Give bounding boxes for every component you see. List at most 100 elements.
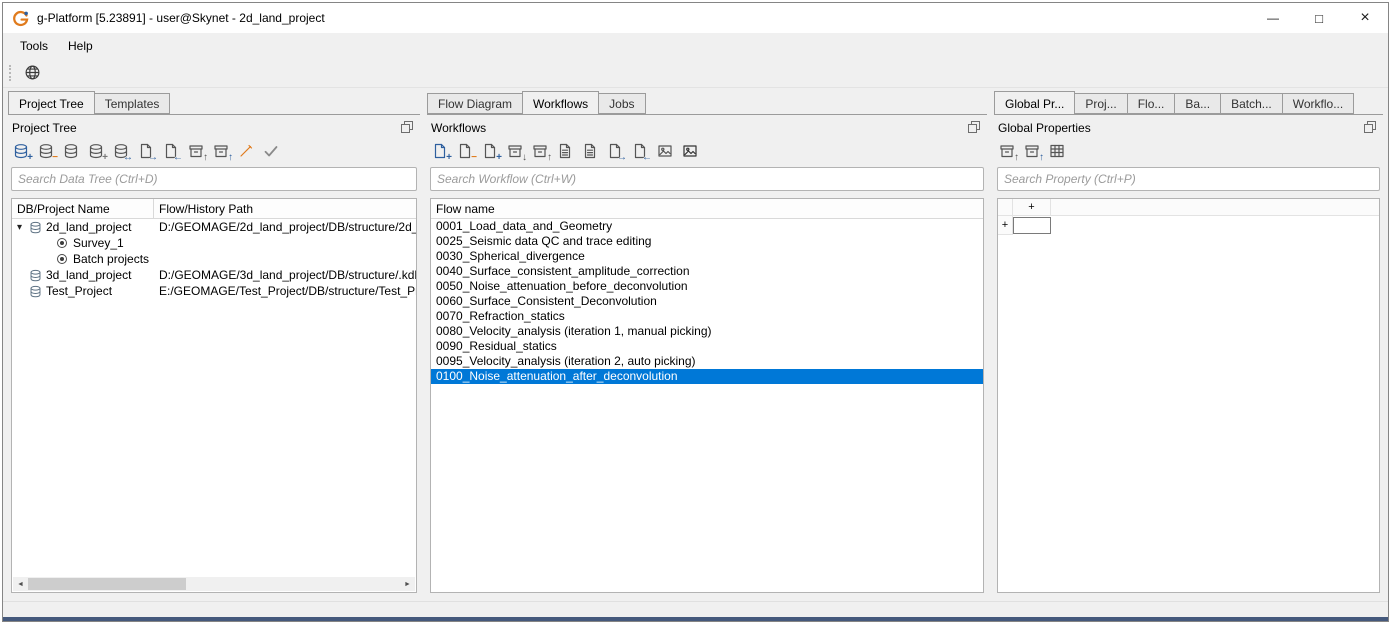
app-logo-icon <box>12 10 29 27</box>
center-tabstrip: Flow DiagramWorkflowsJobs <box>427 90 987 114</box>
workflows-body: 0001_Load_data_and_Geometry0025_Seismic … <box>431 219 983 592</box>
export-property-icon[interactable]: ↑ <box>1023 142 1041 160</box>
minimize-button[interactable]: — <box>1250 3 1296 33</box>
right-tab-proj[interactable]: Proj... <box>1074 93 1127 114</box>
workflow-row[interactable]: 0100_Noise_attenuation_after_deconvoluti… <box>431 369 983 384</box>
workflow-row[interactable]: 0090_Residual_statics <box>431 339 983 354</box>
remove-workflow-icon[interactable]: − <box>456 142 474 160</box>
scrollbar-track[interactable] <box>186 577 400 591</box>
right-tab-batch[interactable]: Batch... <box>1220 93 1283 114</box>
globe-icon-button[interactable] <box>19 60 46 85</box>
right-tab-ba[interactable]: Ba... <box>1174 93 1221 114</box>
project-settings-icon[interactable] <box>237 142 255 160</box>
tree-row-3d-land-project[interactable]: 3d_land_projectD:/GEOMAGE/3d_land_projec… <box>12 267 416 283</box>
move-workflow-icon[interactable]: → <box>606 142 624 160</box>
workflow-row[interactable]: 0095_Velocity_analysis (iteration 2, aut… <box>431 354 983 369</box>
center-tab-flow-diagram[interactable]: Flow Diagram <box>427 93 523 114</box>
project-tree-table-header: DB/Project Name Flow/History Path <box>12 199 416 219</box>
horizontal-scrollbar[interactable]: ◄ ► <box>13 577 415 591</box>
export-workflow-icon[interactable]: ↑ <box>531 142 549 160</box>
toolbar-grip[interactable] <box>9 65 14 81</box>
database-icon <box>28 268 42 282</box>
project-tree-title: Project Tree <box>12 121 77 135</box>
workflow-row[interactable]: 0040_Surface_consistent_amplitude_correc… <box>431 264 983 279</box>
float-panel-icon[interactable] <box>401 121 415 135</box>
copy-workflow-icon[interactable]: + <box>481 142 499 160</box>
validate-icon[interactable] <box>262 142 280 160</box>
add-database-icon[interactable]: + <box>12 142 30 160</box>
right-tab-workflo[interactable]: Workflo... <box>1282 93 1354 114</box>
tree-row-2d-land-project[interactable]: ▾2d_land_projectD:/GEOMAGE/2d_land_proje… <box>12 219 416 235</box>
workflow-row[interactable]: 0060_Surface_Consistent_Deconvolution <box>431 294 983 309</box>
search-property-input[interactable] <box>997 167 1380 191</box>
search-workflow-input[interactable] <box>430 167 984 191</box>
reorder-workflow-icon[interactable]: ← <box>631 142 649 160</box>
project-name-label: Batch projects <box>73 252 149 266</box>
tree-row-test-project[interactable]: Test_ProjectE:/GEOMAGE/Test_Project/DB/s… <box>12 283 416 299</box>
left-tab-project-tree[interactable]: Project Tree <box>8 91 95 114</box>
right-tab-global-pr[interactable]: Global Pr... <box>994 91 1075 114</box>
workspace: Project TreeTemplates Project Tree +−+↔→… <box>3 88 1388 601</box>
workflow-row[interactable]: 0070_Refraction_statics <box>431 309 983 324</box>
export-image-icon[interactable] <box>656 142 674 160</box>
right-tab-flo[interactable]: Flo... <box>1127 93 1176 114</box>
workflow-row[interactable]: 0080_Velocity_analysis (iteration 1, man… <box>431 324 983 339</box>
workflow-report-icon[interactable] <box>581 142 599 160</box>
global-properties-title: Global Properties <box>998 121 1091 135</box>
export-project-icon[interactable]: ← <box>162 142 180 160</box>
bottom-accent-bar <box>3 617 1388 621</box>
property-cell-editor[interactable] <box>1013 217 1051 234</box>
property-table-icon[interactable] <box>1048 142 1066 160</box>
workflow-row[interactable]: 0050_Noise_attenuation_before_deconvolut… <box>431 279 983 294</box>
float-panel-icon[interactable] <box>968 121 982 135</box>
workflow-row[interactable]: 0025_Seismic data QC and trace editing <box>431 234 983 249</box>
column-db-project-name[interactable]: DB/Project Name <box>12 199 154 218</box>
duplicate-database-icon[interactable]: + <box>87 142 105 160</box>
snapshot-icon[interactable] <box>681 142 699 160</box>
tree-row-survey-1[interactable]: Survey_1 <box>12 235 416 251</box>
tree-row-batch-projects[interactable]: Batch projects <box>12 251 416 267</box>
workflows-pane: Workflows +−+ ↓ ↑ → ← Flow name 0001_Load_da… <box>427 114 987 601</box>
close-button[interactable]: × <box>1342 3 1388 33</box>
scroll-right-icon[interactable]: ► <box>400 577 415 591</box>
add-workflow-icon[interactable]: + <box>431 142 449 160</box>
menu-tools[interactable]: Tools <box>10 36 58 56</box>
remove-database-icon[interactable]: − <box>37 142 55 160</box>
column-flow-history-path[interactable]: Flow/History Path <box>154 199 416 218</box>
archive-project-icon[interactable]: ↑ <box>187 142 205 160</box>
maximize-button[interactable]: □ <box>1296 3 1342 33</box>
workflow-row[interactable]: 0001_Load_data_and_Geometry <box>431 219 983 234</box>
scrollbar-thumb[interactable] <box>28 578 186 590</box>
global-properties-grid: + + <box>997 198 1380 593</box>
scroll-left-icon[interactable]: ◄ <box>13 577 28 591</box>
window-title: g-Platform [5.23891] - user@Skynet - 2d_… <box>37 11 325 25</box>
search-data-tree-input[interactable] <box>11 167 417 191</box>
project-tree-header: Project Tree <box>9 115 419 137</box>
center-tab-jobs[interactable]: Jobs <box>598 93 645 114</box>
workflow-row[interactable]: 0030_Spherical_divergence <box>431 249 983 264</box>
workflow-text-icon[interactable] <box>556 142 574 160</box>
restore-project-icon[interactable]: ↑ <box>212 142 230 160</box>
project-path-label: D:/GEOMAGE/2d_land_project/DB/structure/… <box>154 220 416 234</box>
menu-help[interactable]: Help <box>58 36 103 56</box>
add-property-row-button[interactable]: + <box>998 216 1013 235</box>
float-panel-icon[interactable] <box>1364 121 1378 135</box>
global-properties-pane: Global Properties ↑ ↑ + + <box>994 114 1383 601</box>
copy-database-icon[interactable] <box>62 142 80 160</box>
workflows-table: Flow name 0001_Load_data_and_Geometry002… <box>430 198 984 593</box>
right-tabstrip: Global Pr...Proj...Flo...Ba...Batch...Wo… <box>994 90 1383 114</box>
center-tab-workflows[interactable]: Workflows <box>522 91 599 114</box>
expander-icon[interactable]: ▾ <box>15 222 28 233</box>
import-property-icon[interactable]: ↑ <box>998 142 1016 160</box>
statusbar <box>3 601 1388 617</box>
left-tab-templates[interactable]: Templates <box>94 93 171 114</box>
import-workflow-icon[interactable]: ↓ <box>506 142 524 160</box>
grid-corner <box>998 199 1013 215</box>
column-flow-name[interactable]: Flow name <box>431 199 983 218</box>
add-property-column-button[interactable]: + <box>1013 199 1051 215</box>
import-project-icon[interactable]: → <box>137 142 155 160</box>
property-grid-header: + <box>998 199 1379 216</box>
link-database-icon[interactable]: ↔ <box>112 142 130 160</box>
left-tabstrip: Project TreeTemplates <box>8 90 420 114</box>
workflows-header: Workflows <box>428 115 986 137</box>
